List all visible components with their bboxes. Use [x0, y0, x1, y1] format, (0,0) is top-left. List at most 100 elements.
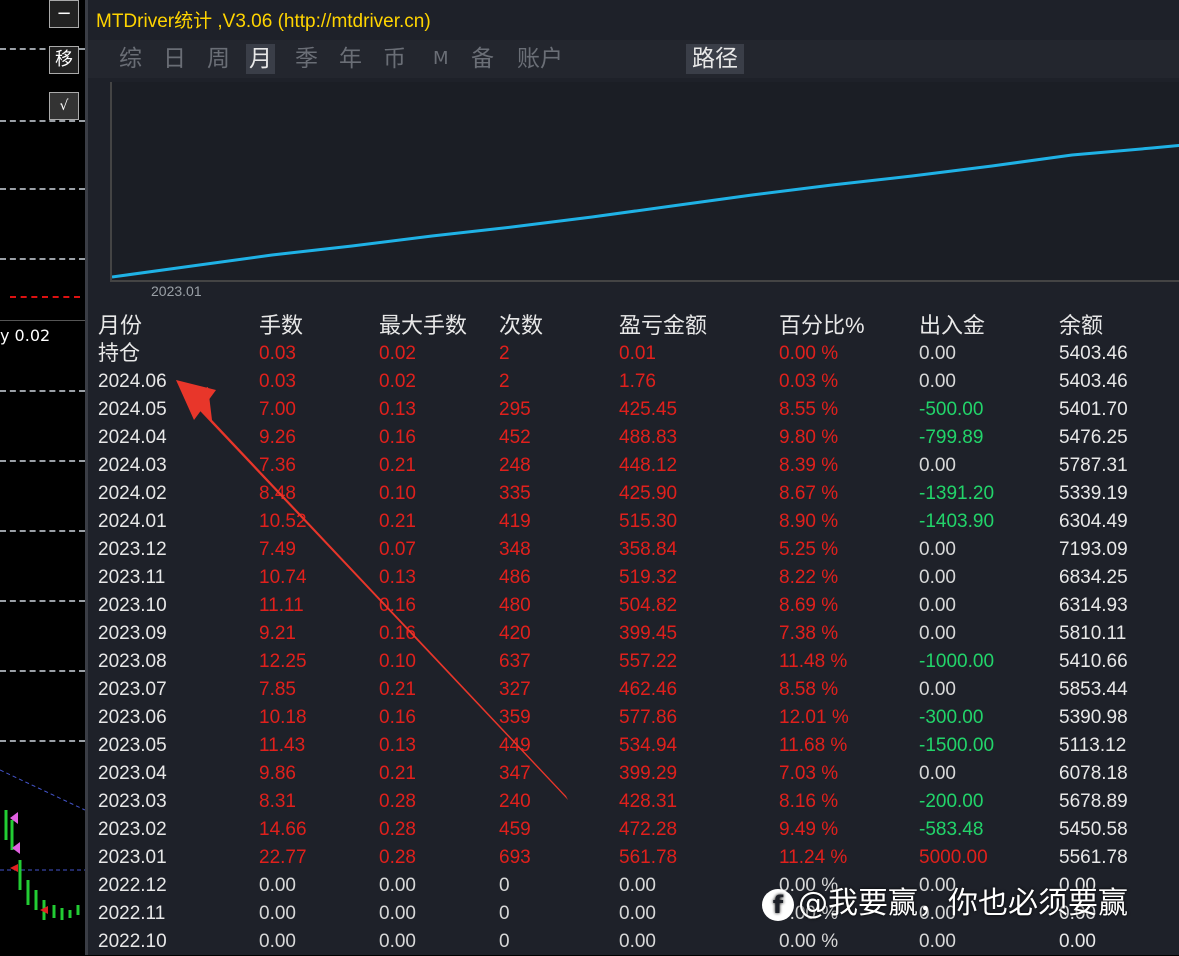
row-balance: 6314.93	[1059, 595, 1128, 616]
row-month: 2024.05	[98, 399, 167, 420]
row-trades: 486	[499, 567, 531, 588]
row-month: 2023.08	[98, 651, 167, 672]
row-lots: 0.03	[259, 371, 296, 392]
row-cash-flow: -1500.00	[919, 735, 995, 756]
table-row: 2024.01 10.52 0.21 419 515.30 8.90 % -1403.90 6…	[88, 508, 1179, 536]
row-cash-flow: 0.00	[919, 623, 956, 644]
row-profit: 519.32	[619, 567, 678, 588]
table-row: 2023.01 22.77 0.28 693 561.78 11.24 % 5000.00 5…	[88, 844, 1179, 872]
row-profit: 0.00	[619, 903, 656, 924]
row-max-lots: 0.16	[379, 427, 416, 448]
row-lots: 10.74	[259, 567, 307, 588]
row-month: 2023.06	[98, 707, 167, 728]
row-lots: 22.77	[259, 847, 307, 868]
row-month: 2022.12	[98, 875, 167, 896]
grid-line	[0, 460, 85, 462]
row-percent: 8.90 %	[779, 511, 839, 532]
row-max-lots: 0.10	[379, 483, 416, 504]
row-profit: 1.76	[619, 371, 656, 392]
row-profit: 425.45	[619, 399, 678, 420]
candles	[0, 769, 85, 920]
row-percent: 8.67 %	[779, 483, 839, 504]
row-max-lots: 0.28	[379, 819, 416, 840]
row-profit: 504.82	[619, 595, 678, 616]
row-lots: 7.00	[259, 399, 296, 420]
tab-year[interactable]: 年	[336, 44, 365, 74]
row-max-lots: 0.21	[379, 511, 416, 532]
header-balance: 余额	[1059, 313, 1104, 338]
row-trades: 240	[499, 791, 531, 812]
watermark-text: @我要赢，你也必须要赢	[798, 886, 1128, 921]
row-month: 2023.01	[98, 847, 167, 868]
row-max-lots: 0.21	[379, 455, 416, 476]
row-max-lots: 0.21	[379, 679, 416, 700]
watermark: f @我要赢，你也必须要赢	[762, 878, 1128, 922]
row-cash-flow: 0.00	[919, 455, 956, 476]
table-row: 2023.06 10.18 0.16 359 577.86 12.01 % -300.00 5…	[88, 704, 1179, 732]
row-month: 持仓	[98, 342, 140, 365]
row-trades: 2	[499, 343, 510, 364]
table-row: 2023.10 11.11 0.16 480 504.82 8.69 % 0.00 6314.…	[88, 592, 1179, 620]
row-trades: 420	[499, 623, 531, 644]
row-month: 2023.02	[98, 819, 167, 840]
tab-currency[interactable]: 币	[380, 44, 409, 74]
tab-week[interactable]: 周	[204, 44, 233, 74]
tab-account[interactable]: 账户	[514, 44, 566, 74]
row-percent: 8.16 %	[779, 791, 839, 812]
row-trades: 2	[499, 371, 510, 392]
row-lots: 9.26	[259, 427, 296, 448]
row-lots: 8.31	[259, 791, 296, 812]
row-cash-flow: -300.00	[919, 707, 984, 728]
row-trades: 452	[499, 427, 531, 448]
row-cash-flow: -583.48	[919, 819, 984, 840]
row-trades: 348	[499, 539, 531, 560]
stats-panel: MTDriver统计 ,V3.06 (http://mtdriver.cn) 综…	[85, 0, 1179, 955]
row-lots: 7.49	[259, 539, 296, 560]
tab-notes[interactable]: 备	[468, 44, 497, 74]
row-percent: 8.22 %	[779, 567, 839, 588]
row-lots: 12.25	[259, 651, 307, 672]
tab-summary[interactable]: 综	[116, 44, 145, 74]
row-balance: 5410.66	[1059, 651, 1128, 672]
check-button[interactable]: √	[49, 92, 79, 120]
row-trades: 419	[499, 511, 531, 532]
row-cash-flow: 5000.00	[919, 847, 988, 868]
row-percent: 8.58 %	[779, 679, 839, 700]
row-trades: 347	[499, 763, 531, 784]
row-percent: 9.49 %	[779, 819, 839, 840]
row-trades: 248	[499, 455, 531, 476]
row-lots: 0.03	[259, 343, 296, 364]
row-profit: 557.22	[619, 651, 678, 672]
row-month: 2023.12	[98, 539, 167, 560]
row-profit: 0.01	[619, 343, 656, 364]
row-lots: 11.11	[259, 595, 304, 616]
tab-month[interactable]: 月	[246, 44, 275, 74]
table-row: 持仓 0.03 0.02 2 0.01 0.00 % 0.00 5403.46	[88, 340, 1179, 368]
equity-curve	[111, 143, 1179, 279]
row-trades: 480	[499, 595, 531, 616]
row-profit: 577.86	[619, 707, 678, 728]
row-percent: 0.00 %	[779, 343, 839, 364]
tab-m[interactable]: M	[430, 44, 452, 74]
row-profit: 472.28	[619, 819, 678, 840]
tab-day[interactable]: 日	[160, 44, 189, 74]
row-balance: 6078.18	[1059, 763, 1128, 784]
table-header: 月份 手数 最大手数 次数 盈亏金额 百分比% 出入金 余额	[88, 312, 1179, 340]
header-trades: 次数	[499, 313, 544, 338]
row-cash-flow: 0.00	[919, 371, 956, 392]
grid-line	[0, 600, 85, 602]
minimize-button[interactable]: −	[49, 0, 79, 28]
row-profit: 425.90	[619, 483, 678, 504]
row-profit: 428.31	[619, 791, 678, 812]
row-profit: 488.83	[619, 427, 678, 448]
row-month: 2023.03	[98, 791, 167, 812]
path-button[interactable]: 路径	[686, 44, 744, 74]
tab-quarter[interactable]: 季	[292, 44, 321, 74]
row-profit: 515.30	[619, 511, 678, 532]
table-row: 2024.05 7.00 0.13 295 425.45 8.55 % -500.00 540…	[88, 396, 1179, 424]
row-lots: 0.00	[259, 903, 296, 924]
row-percent: 11.68 %	[779, 735, 848, 756]
table-row: 2023.08 12.25 0.10 637 557.22 11.48 % -1000.00…	[88, 648, 1179, 676]
row-trades: 0	[499, 931, 510, 952]
move-button[interactable]: 移	[49, 46, 79, 74]
